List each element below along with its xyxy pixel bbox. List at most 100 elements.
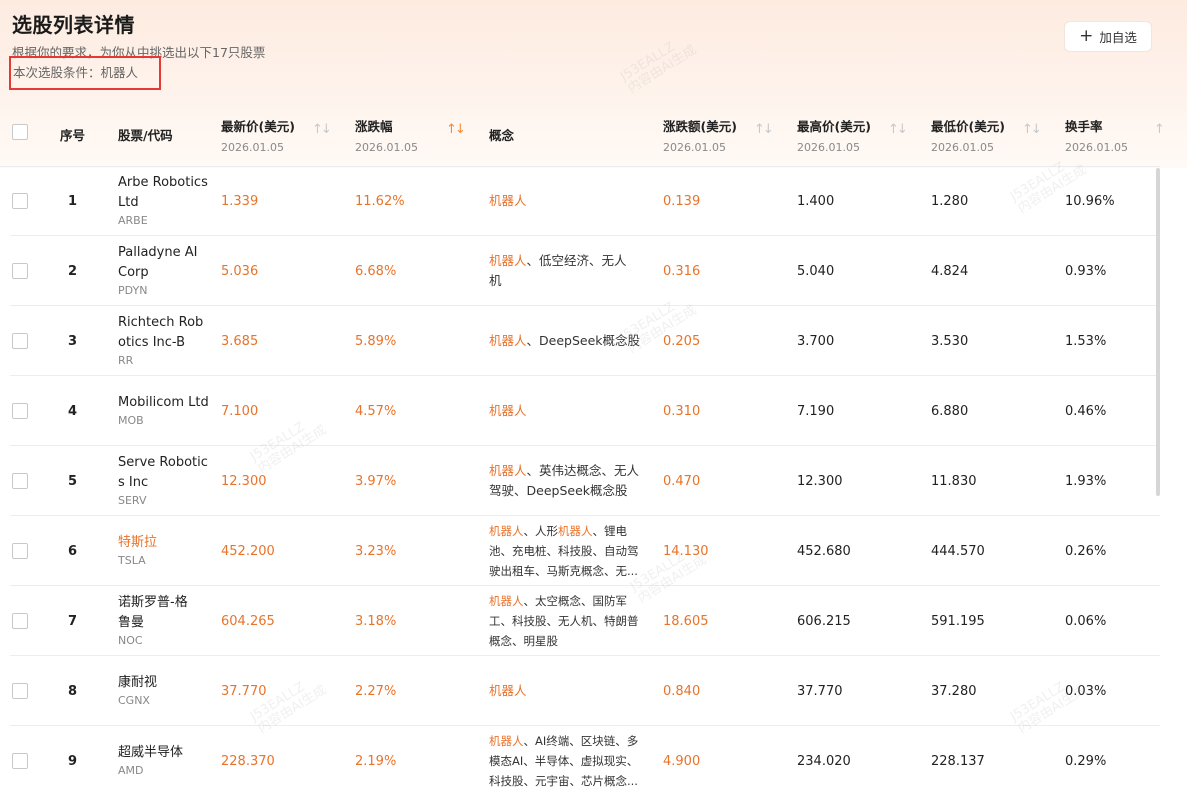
concept-tag-robot[interactable]: 机器人 — [489, 734, 524, 748]
concept-text: 驾驶、DeepSeek概念股 — [489, 483, 628, 498]
col-header-stock: 股票/代码 — [118, 128, 173, 143]
concept-text: 、低空经济、无人 — [526, 253, 627, 268]
low-price: 591.195 — [931, 613, 985, 629]
stock-cell[interactable]: 康耐视 CGNX — [118, 656, 218, 726]
table-row[interactable]: 2 Palladyne AI Corp PDYN 5.036 6.68% 机器人、低空经济、… — [0, 236, 1160, 306]
concept-tag-robot[interactable]: 机器人 — [489, 403, 527, 418]
stock-name: Ltd — [118, 195, 139, 210]
concept-tag-robot[interactable]: 机器人 — [489, 253, 527, 268]
sort-low-icon[interactable]: ↑↓ — [1022, 122, 1042, 137]
stock-cell[interactable]: Palladyne AI Corp PDYN — [118, 236, 218, 306]
table-row[interactable]: 1 Arbe Robotics Ltd ARBE 1.339 11.62% 机器人 0.139… — [0, 166, 1160, 236]
select-all-checkbox[interactable] — [12, 124, 28, 140]
concept-text: 科技股、元宇宙、芯片概念... — [489, 774, 638, 788]
change-amount: 0.205 — [663, 333, 701, 349]
change-percent: 2.19% — [355, 753, 397, 769]
row-checkbox[interactable] — [12, 263, 28, 279]
stock-name: 诺斯罗普-格 — [118, 595, 188, 610]
change-amount: 18.605 — [663, 613, 709, 629]
stock-cell[interactable]: 特斯拉 TSLA — [118, 516, 218, 586]
selection-condition: 本次选股条件：机器人 — [13, 65, 139, 80]
stock-code: MOB — [118, 414, 144, 427]
stock-cell[interactable]: 诺斯罗普-格 鲁曼 NOC — [118, 586, 218, 656]
high-price: 234.020 — [797, 753, 851, 769]
concept-line: 机器人、太空概念、国防军 — [489, 591, 639, 611]
col-header-high[interactable]: 最高价(美元) 2026.01.05 — [797, 116, 871, 154]
concept-tag-robot[interactable]: 机器人 — [489, 193, 527, 208]
change-amount: 0.840 — [663, 683, 701, 699]
stock-cell[interactable]: 超威半导体 AMD — [118, 726, 218, 788]
concept-text: 工、科技股、无人机、特朗普 — [489, 614, 639, 628]
concept-cell: 机器人、人形机器人、锂电 池、充电桩、科技股、自动驾 驶出租车、马斯克概念、无... — [489, 516, 654, 586]
stock-cell[interactable]: Richtech Rob otics Inc-B RR — [118, 306, 218, 376]
col-header-index: 序号 — [60, 128, 86, 143]
row-checkbox[interactable] — [12, 193, 28, 209]
add-to-watchlist-label: 加自选 — [1099, 30, 1137, 45]
row-checkbox[interactable] — [12, 403, 28, 419]
concept-text: 、锂电 — [592, 524, 628, 538]
concept-line: 机器人、英伟达概念、无人 — [489, 461, 639, 481]
row-index: 7 — [68, 613, 78, 629]
change-amount: 0.139 — [663, 193, 701, 209]
concept-tag-robot[interactable]: 机器人 — [489, 333, 527, 348]
col-header-low[interactable]: 最低价(美元) 2026.01.05 — [931, 116, 1005, 154]
turnover-rate: 1.93% — [1065, 473, 1107, 489]
sort-price-icon[interactable]: ↑↓ — [312, 122, 332, 137]
plus-icon: + — [1079, 26, 1094, 46]
sort-high-icon[interactable]: ↑↓ — [888, 122, 908, 137]
turnover-rate: 0.03% — [1065, 683, 1107, 699]
row-index: 2 — [68, 263, 78, 279]
col-header-turnover[interactable]: 换手率 2026.01.05 — [1065, 116, 1128, 154]
stock-cell[interactable]: Mobilicom Ltd MOB — [118, 376, 218, 446]
row-checkbox[interactable] — [12, 753, 28, 769]
concept-cell: 机器人 — [489, 376, 654, 446]
add-to-watchlist-button[interactable]: + 加自选 — [1064, 21, 1152, 52]
concept-text: 驶出租车、马斯克概念、无... — [489, 564, 638, 578]
row-checkbox[interactable] — [12, 473, 28, 489]
row-index: 1 — [68, 193, 78, 209]
turnover-rate: 0.06% — [1065, 613, 1107, 629]
concept-tag-robot[interactable]: 机器人 — [558, 524, 593, 538]
concept-cell: 机器人、低空经济、无人机 — [489, 236, 654, 306]
stock-cell[interactable]: Serve Robotic s Inc SERV — [118, 446, 218, 516]
concept-tag-robot[interactable]: 机器人 — [489, 524, 524, 538]
table-row[interactable]: 5 Serve Robotic s Inc SERV 12.300 3.97% 机器人、英伟… — [0, 446, 1160, 516]
stock-name[interactable]: 特斯拉 — [118, 533, 157, 553]
low-price: 228.137 — [931, 753, 985, 769]
concept-line: 机器人 — [489, 191, 527, 211]
vertical-scrollbar[interactable] — [1156, 168, 1160, 496]
concept-line: 机器人、DeepSeek概念股 — [489, 331, 640, 351]
table-row[interactable]: 3 Richtech Rob otics Inc-B RR 3.685 5.89% 机器人、… — [0, 306, 1160, 376]
col-header-concept: 概念 — [489, 128, 515, 143]
table-row[interactable]: 6 特斯拉 TSLA 452.200 3.23% 机器人、人形机器人、锂电 池、充电桩、科技… — [0, 516, 1160, 586]
table-row[interactable]: 4 Mobilicom Ltd MOB 7.100 4.57% 机器人 0.310 7.190… — [0, 376, 1160, 446]
table-row[interactable]: 9 超威半导体 AMD 228.370 2.19% 机器人、AI终端、区块链、多 模态AI、… — [0, 726, 1160, 788]
sort-change-amt-icon[interactable]: ↑↓ — [754, 122, 774, 137]
concept-tag-robot[interactable]: 机器人 — [489, 683, 527, 698]
row-checkbox[interactable] — [12, 333, 28, 349]
change-amount: 0.470 — [663, 473, 701, 489]
col-header-change-amt[interactable]: 涨跌额(美元) 2026.01.05 — [663, 116, 737, 154]
table-row[interactable]: 7 诺斯罗普-格 鲁曼 NOC 604.265 3.18% 机器人、太空概念、国防军 工、科技… — [0, 586, 1160, 656]
concept-line: 机器人、人形机器人、锂电 — [489, 521, 639, 541]
concept-tag-robot[interactable]: 机器人 — [489, 594, 524, 608]
col-header-price[interactable]: 最新价(美元) 2026.01.05 — [221, 116, 295, 154]
row-checkbox[interactable] — [12, 613, 28, 629]
col-header-change-pct[interactable]: 涨跌幅 2026.01.05 — [355, 116, 418, 154]
page-header: 选股列表详情 根据你的要求，为你从中挑选出以下17只股票 本次选股条件：机器人 … — [0, 0, 1187, 168]
concept-tag-robot[interactable]: 机器人 — [489, 463, 527, 478]
concept-text: 概念、明星股 — [489, 634, 558, 648]
row-checkbox[interactable] — [12, 543, 28, 559]
turnover-rate: 0.29% — [1065, 753, 1107, 769]
concept-cell: 机器人、AI终端、区块链、多 模态AI、半导体、虚拟现实、 科技股、元宇宙、芯片概念… — [489, 726, 654, 788]
row-checkbox[interactable] — [12, 683, 28, 699]
concept-line: 驶出租车、马斯克概念、无... — [489, 561, 639, 581]
stock-code: ARBE — [118, 214, 148, 227]
sort-change-pct-icon[interactable]: ↑↓ — [446, 122, 466, 137]
stock-cell[interactable]: Arbe Robotics Ltd ARBE — [118, 166, 218, 236]
table-row[interactable]: 8 康耐视 CGNX 37.770 2.27% 机器人 0.840 37.770 37.280 0… — [0, 656, 1160, 726]
concept-text: 、人形 — [523, 524, 559, 538]
concept-text: 机 — [489, 273, 502, 288]
sort-turnover-icon[interactable]: ↑ — [1154, 122, 1165, 137]
concept-tags: 机器人 — [489, 681, 527, 701]
